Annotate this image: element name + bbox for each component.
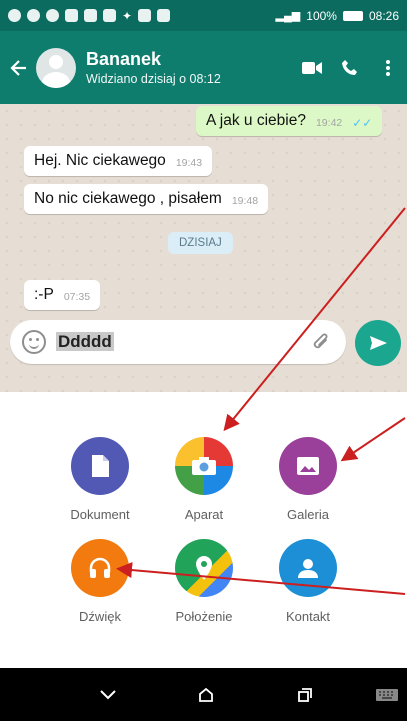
attachment-panel: Dokument Aparat Galeria Dźwięk Położenie… — [0, 392, 407, 668]
system-navbar — [0, 668, 407, 721]
chat-header: Bananek Widziano dzisiaj o 08:12 — [0, 31, 407, 104]
message-text: A jak u ciebie? — [206, 112, 306, 129]
phone-icon[interactable] — [331, 48, 369, 88]
status-bar: ✦ ▂▄▆ 100% 08:26 — [0, 0, 407, 31]
battery-icon — [342, 10, 363, 21]
send-button[interactable] — [355, 320, 401, 366]
battery-percent: 100% — [306, 8, 337, 23]
message-bubble-incoming[interactable]: Hej. Nic ciekawego 19:43 — [24, 146, 213, 176]
status-right: ▂▄▆ 100% 08:26 — [276, 9, 399, 23]
attach-contact[interactable]: Kontakt — [258, 539, 358, 624]
facebook-icon — [65, 9, 78, 22]
send-icon — [370, 336, 387, 350]
attach-location[interactable]: Położenie — [154, 539, 254, 624]
message-text: No nic ciekawego , pisałem — [34, 190, 222, 207]
notification-icons: ✦ — [8, 8, 171, 23]
attach-label: Aparat — [184, 507, 224, 522]
message-compose[interactable]: Ddddd — [10, 320, 346, 364]
attach-label: Dokument — [70, 507, 130, 522]
attach-label: Położenie — [175, 609, 233, 624]
message-time: 19:48 — [231, 195, 259, 207]
message-bubble-outgoing[interactable]: A jak u ciebie? 19:42 ✓✓ — [196, 106, 383, 136]
more-vert-icon[interactable] — [369, 48, 407, 88]
home-icon[interactable] — [191, 682, 221, 708]
message-input[interactable]: Ddddd — [56, 332, 308, 352]
gallery-icon — [279, 437, 337, 495]
back-chevron-icon[interactable] — [93, 682, 123, 708]
back-arrow-icon[interactable] — [4, 48, 34, 88]
notification-icon — [27, 9, 40, 22]
headphones-icon — [71, 539, 129, 597]
attach-gallery[interactable]: Galeria — [258, 437, 358, 522]
video-call-icon[interactable] — [293, 48, 331, 88]
camera-icon — [175, 437, 233, 495]
read-ticks-icon: ✓✓ — [352, 116, 373, 130]
contact-last-seen: Widziano dzisiaj o 08:12 — [86, 71, 221, 86]
message-time: 19:43 — [175, 157, 203, 169]
image-icon — [103, 9, 116, 22]
clock: 08:26 — [368, 8, 399, 23]
attach-camera[interactable]: Aparat — [154, 437, 254, 522]
document-icon — [71, 437, 129, 495]
message-text: :-P — [34, 286, 54, 303]
contact-info[interactable]: Bananek Widziano dzisiaj o 08:12 — [86, 48, 293, 88]
message-time: 07:35 — [63, 291, 91, 303]
keyboard-icon[interactable] — [372, 682, 402, 708]
attach-audio[interactable]: Dźwięk — [50, 539, 150, 624]
notification-icon — [84, 9, 97, 22]
message-bubble-incoming[interactable]: :-P 07:35 — [24, 280, 101, 310]
attach-document[interactable]: Dokument — [50, 437, 150, 522]
message-time: 19:42 — [315, 117, 343, 129]
contact-icon — [279, 539, 337, 597]
message-text: Hej. Nic ciekawego — [34, 152, 166, 169]
notification-icon — [8, 9, 21, 22]
recents-icon[interactable] — [290, 682, 320, 708]
emoji-icon[interactable] — [22, 330, 46, 354]
message-bubble-incoming[interactable]: No nic ciekawego , pisałem 19:48 — [24, 184, 269, 214]
bluetooth-icon: ✦ — [122, 8, 133, 23]
location-icon — [175, 539, 233, 597]
attach-label: Kontakt — [285, 609, 331, 624]
alarm-icon — [157, 9, 171, 22]
signal-icon: ▂▄▆ — [275, 10, 301, 22]
contact-name: Bananek — [86, 48, 162, 69]
nfc-icon — [138, 9, 152, 22]
attach-icon[interactable] — [308, 329, 334, 355]
day-separator: DZISIAJ — [168, 232, 233, 254]
avatar[interactable] — [36, 47, 76, 88]
message-input-text: Ddddd — [56, 332, 114, 351]
notification-icon — [46, 9, 59, 22]
attach-label: Dźwięk — [79, 609, 121, 624]
attach-label: Galeria — [287, 507, 329, 522]
